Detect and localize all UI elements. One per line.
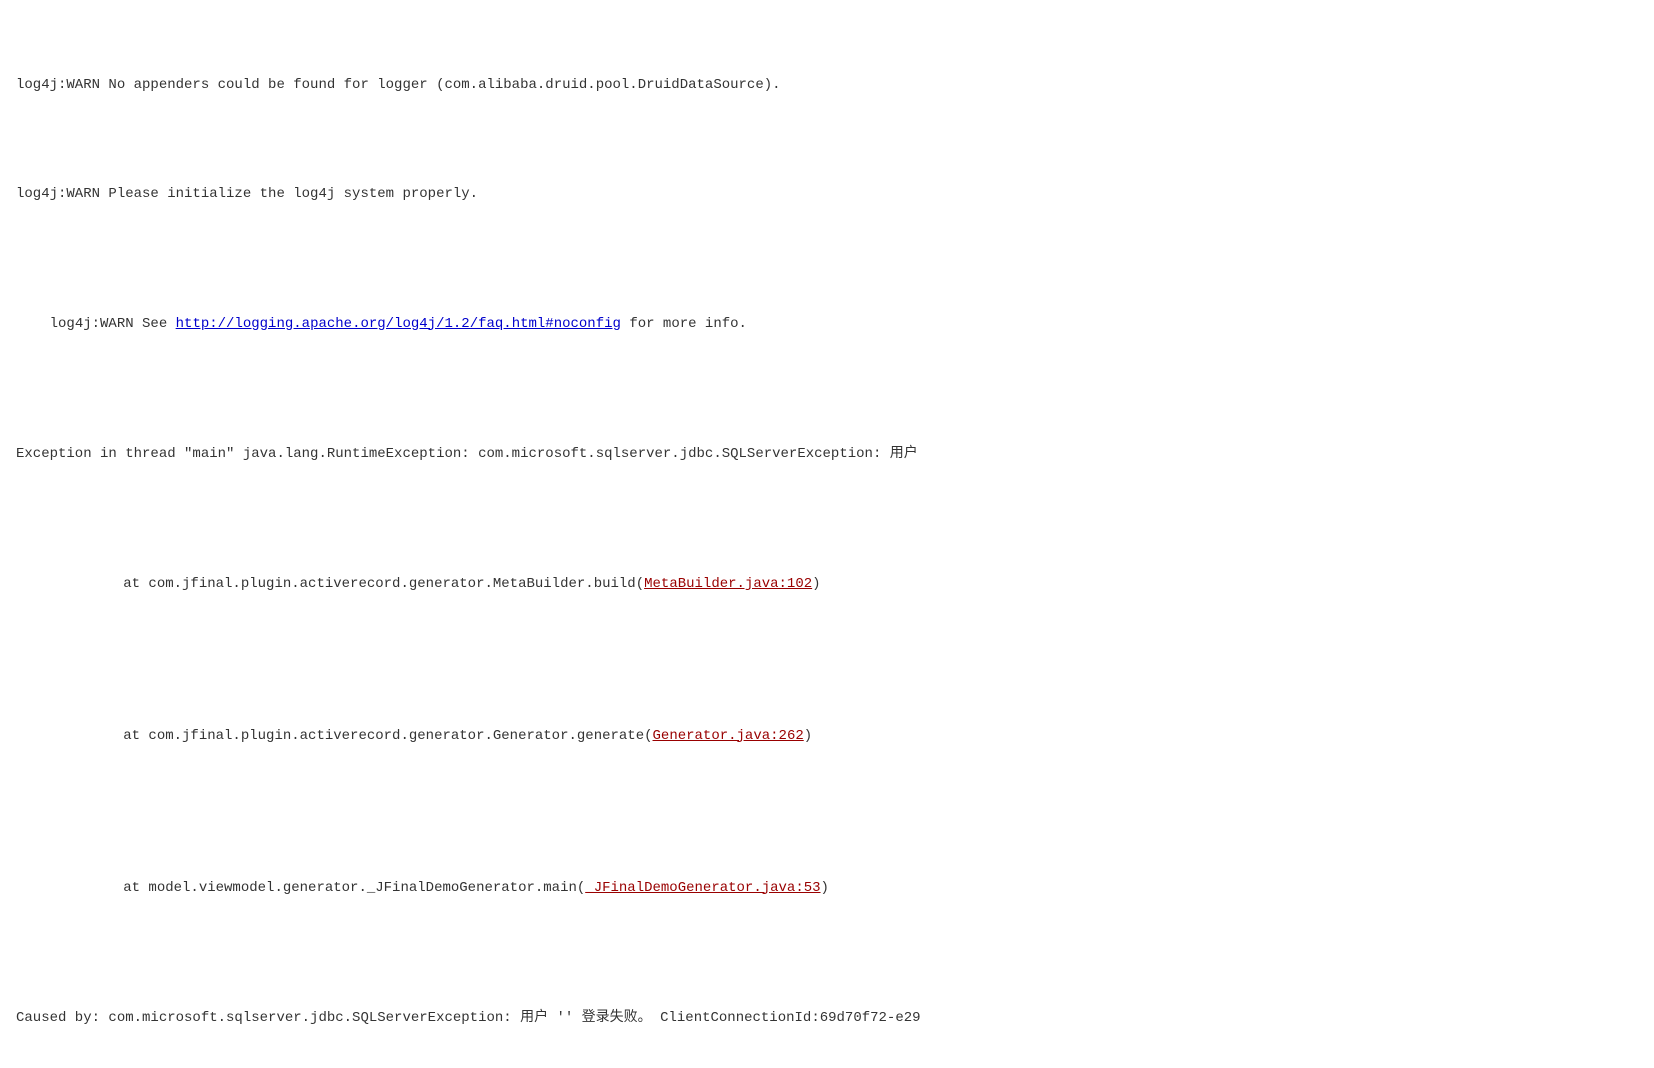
console-output: log4j:WARN No appenders could be found f… xyxy=(16,10,1638,1068)
log-line-6: at com.jfinal.plugin.activerecord.genera… xyxy=(16,704,1638,769)
log-line-2: log4j:WARN Please initialize the log4j s… xyxy=(16,184,1638,206)
log-line-4: Exception in thread "main" java.lang.Run… xyxy=(16,444,1638,466)
generator-link[interactable]: Generator.java:262 xyxy=(653,728,804,744)
log4j-faq-link[interactable]: http://logging.apache.org/log4j/1.2/faq.… xyxy=(176,316,621,332)
log-line-3: log4j:WARN See http://logging.apache.org… xyxy=(16,292,1638,357)
log-line-1: log4j:WARN No appenders could be found f… xyxy=(16,75,1638,97)
log-line-3-suffix: for more info. xyxy=(621,316,747,332)
log-line-8: Caused by: com.microsoft.sqlserver.jdbc.… xyxy=(16,1008,1638,1030)
log-line-6-suffix: ) xyxy=(804,728,812,744)
log-line-3-prefix: log4j:WARN See xyxy=(50,316,176,332)
log-line-6-prefix: at com.jfinal.plugin.activerecord.genera… xyxy=(90,728,653,744)
log-line-7: at model.viewmodel.generator._JFinalDemo… xyxy=(16,856,1638,921)
metabuilder-link[interactable]: MetaBuilder.java:102 xyxy=(644,576,812,592)
log-line-7-suffix: ) xyxy=(821,880,829,896)
log-line-7-prefix: at model.viewmodel.generator._JFinalDemo… xyxy=(90,880,586,896)
log-line-5: at com.jfinal.plugin.activerecord.genera… xyxy=(16,552,1638,617)
log-line-5-prefix: at com.jfinal.plugin.activerecord.genera… xyxy=(90,576,645,592)
log-line-5-suffix: ) xyxy=(812,576,820,592)
jfinaldemo-link[interactable]: _JFinalDemoGenerator.java:53 xyxy=(585,880,820,896)
